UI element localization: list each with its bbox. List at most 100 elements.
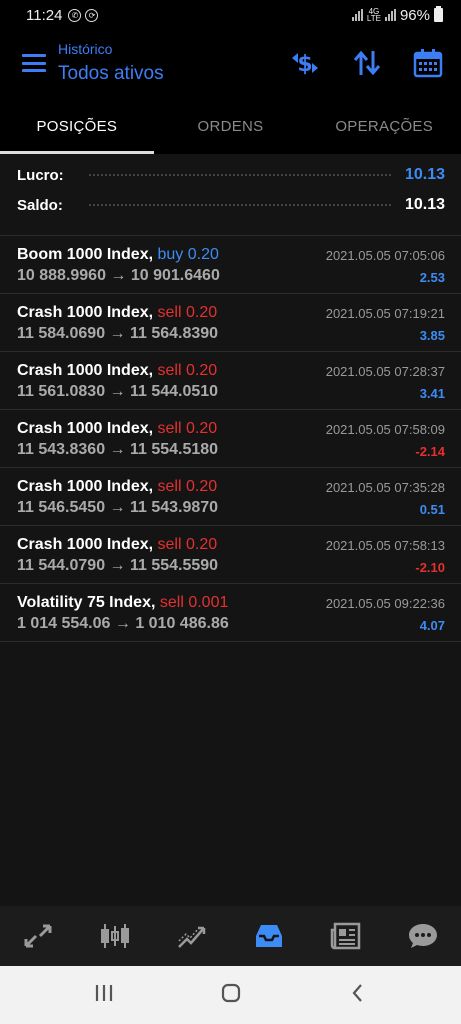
trade-side: sell 0.20	[157, 478, 218, 495]
trade-profit: -2.10	[415, 560, 445, 575]
currency-exchange-icon: $	[292, 52, 318, 77]
trade-profit: 0.51	[419, 502, 445, 517]
currency-symbol-button[interactable]: $	[289, 48, 321, 78]
nav-chart[interactable]	[77, 906, 154, 966]
profit-value: 10.13	[404, 166, 445, 183]
trade-row[interactable]: Boom 1000 Index, buy 0.20 10 888.9960 → …	[0, 236, 461, 294]
trade-prices: 11 584.0690 → 11 564.8390	[17, 325, 219, 342]
menu-icon[interactable]	[22, 54, 46, 72]
nav-quotes[interactable]	[0, 906, 77, 966]
wifi-signal-icon	[351, 9, 363, 21]
trade-symbol: Crash 1000 Index,	[17, 420, 154, 437]
trade-prices: 11 544.0790 → 11 554.5590	[17, 557, 219, 574]
trade-symbol: Boom 1000 Index,	[17, 246, 154, 263]
messages-icon	[408, 924, 437, 948]
trade-time: 2021.05.05 07:35:28	[325, 480, 445, 495]
system-navigation	[0, 966, 461, 1024]
trade-profit: 3.85	[419, 328, 445, 343]
tab-bar: POSIÇÕES ORDENS OPERAÇÕES	[0, 98, 461, 154]
trade-time: 2021.05.05 07:58:09	[325, 422, 445, 437]
back-icon	[352, 983, 362, 1002]
app-header: Histórico Todos ativos $	[0, 30, 461, 98]
battery-percent: 96%	[399, 6, 430, 24]
trade-side: sell 0.20	[157, 420, 218, 437]
trade-symbol-line: Volatility 75 Index, sell 0.001	[17, 594, 228, 612]
nav-messages[interactable]	[384, 906, 461, 966]
balance-label: Saldo:	[17, 196, 63, 214]
sort-button[interactable]	[351, 48, 383, 78]
trade-profit: 4.07	[419, 618, 445, 633]
back-button[interactable]	[347, 982, 369, 1009]
trade-symbol-line: Crash 1000 Index, sell 0.20	[17, 478, 217, 496]
dotted-leader	[89, 174, 391, 176]
status-bar: 11:24 ✆ ⟳ 4G LTE 96%	[0, 0, 461, 30]
calendar-icon	[413, 49, 443, 78]
trade-row[interactable]: Volatility 75 Index, sell 0.001 1 014 55…	[0, 584, 461, 642]
svg-text:$: $	[297, 52, 312, 77]
trade-side: sell 0.20	[157, 304, 218, 321]
trade-symbol: Crash 1000 Index,	[17, 478, 154, 495]
battery-icon	[434, 6, 443, 22]
trade-time: 2021.05.05 07:28:37	[325, 364, 445, 379]
trade-time: 2021.05.05 07:19:21	[325, 306, 445, 321]
whatsapp-icon: ✆	[68, 8, 82, 22]
trade-symbol: Crash 1000 Index,	[17, 362, 154, 379]
trade-symbol-line: Crash 1000 Index, sell 0.20	[17, 420, 217, 438]
notification-app-icon: ⟳	[85, 8, 99, 22]
trade-row[interactable]: Crash 1000 Index, sell 0.20 11 546.5450 …	[0, 468, 461, 526]
trade-symbol-line: Boom 1000 Index, buy 0.20	[17, 246, 219, 264]
network-type: 4G LTE	[366, 7, 381, 23]
trade-row[interactable]: Crash 1000 Index, sell 0.20 11 584.0690 …	[0, 294, 461, 352]
trade-prices: 11 543.8360 → 11 554.5180	[17, 441, 219, 458]
trade-symbol: Volatility 75 Index,	[17, 594, 156, 611]
tab-operacoes[interactable]: OPERAÇÕES	[307, 98, 461, 154]
trade-prices: 11 546.5450 → 11 543.9870	[17, 499, 219, 516]
trade-symbol: Crash 1000 Index,	[17, 536, 154, 553]
nav-news[interactable]	[307, 906, 384, 966]
trade-symbol: Crash 1000 Index,	[17, 304, 154, 321]
trade-symbol-line: Crash 1000 Index, sell 0.20	[17, 536, 217, 554]
trade-side: sell 0.001	[159, 594, 229, 611]
profit-row: Lucro: 10.13	[0, 160, 461, 190]
trade-row[interactable]: Crash 1000 Index, sell 0.20 11 544.0790 …	[0, 526, 461, 584]
status-time: 11:24	[26, 6, 63, 24]
trade-side: sell 0.20	[157, 362, 218, 379]
recent-apps-button[interactable]	[93, 982, 115, 1009]
sort-arrows-icon	[353, 50, 381, 76]
trade-profit: 2.53	[419, 270, 445, 285]
trade-time: 2021.05.05 07:58:13	[325, 538, 445, 553]
trade-symbol-line: Crash 1000 Index, sell 0.20	[17, 362, 217, 380]
tab-ordens[interactable]: ORDENS	[154, 98, 308, 154]
trade-icon	[178, 926, 206, 948]
trade-time: 2021.05.05 09:22:36	[325, 596, 445, 611]
tab-posicoes[interactable]: POSIÇÕES	[0, 98, 154, 154]
trade-side: buy 0.20	[157, 246, 219, 263]
trades-list: Boom 1000 Index, buy 0.20 10 888.9960 → …	[0, 235, 461, 642]
nav-trade[interactable]	[154, 906, 231, 966]
trade-symbol-line: Crash 1000 Index, sell 0.20	[17, 304, 217, 322]
nav-history[interactable]	[230, 906, 307, 966]
recent-apps-icon	[95, 984, 112, 1001]
news-icon	[330, 922, 360, 950]
bottom-navigation	[0, 906, 461, 966]
calendar-button[interactable]	[412, 48, 444, 78]
trade-profit: -2.14	[415, 444, 445, 459]
balance-value: 10.13	[404, 196, 445, 213]
dotted-leader	[89, 204, 391, 206]
trade-prices: 10 888.9960 → 10 901.6460	[17, 267, 220, 284]
quotes-icon	[24, 924, 52, 948]
history-icon	[255, 925, 282, 947]
cell-signal-icon	[384, 9, 396, 21]
home-button[interactable]	[220, 982, 242, 1009]
trade-side: sell 0.20	[157, 536, 218, 553]
trade-prices: 11 561.0830 → 11 544.0510	[17, 383, 219, 400]
header-title[interactable]: Todos ativos	[58, 63, 164, 85]
profit-label: Lucro:	[17, 166, 64, 184]
trade-profit: 3.41	[419, 386, 445, 401]
trade-prices: 1 014 554.06 → 1 010 486.86	[17, 615, 229, 632]
trade-row[interactable]: Crash 1000 Index, sell 0.20 11 561.0830 …	[0, 352, 461, 410]
balance-row: Saldo: 10.13	[0, 190, 461, 220]
summary-panel: Lucro: 10.13 Saldo: 10.13	[0, 160, 461, 220]
chart-icon	[101, 924, 130, 948]
trade-row[interactable]: Crash 1000 Index, sell 0.20 11 543.8360 …	[0, 410, 461, 468]
